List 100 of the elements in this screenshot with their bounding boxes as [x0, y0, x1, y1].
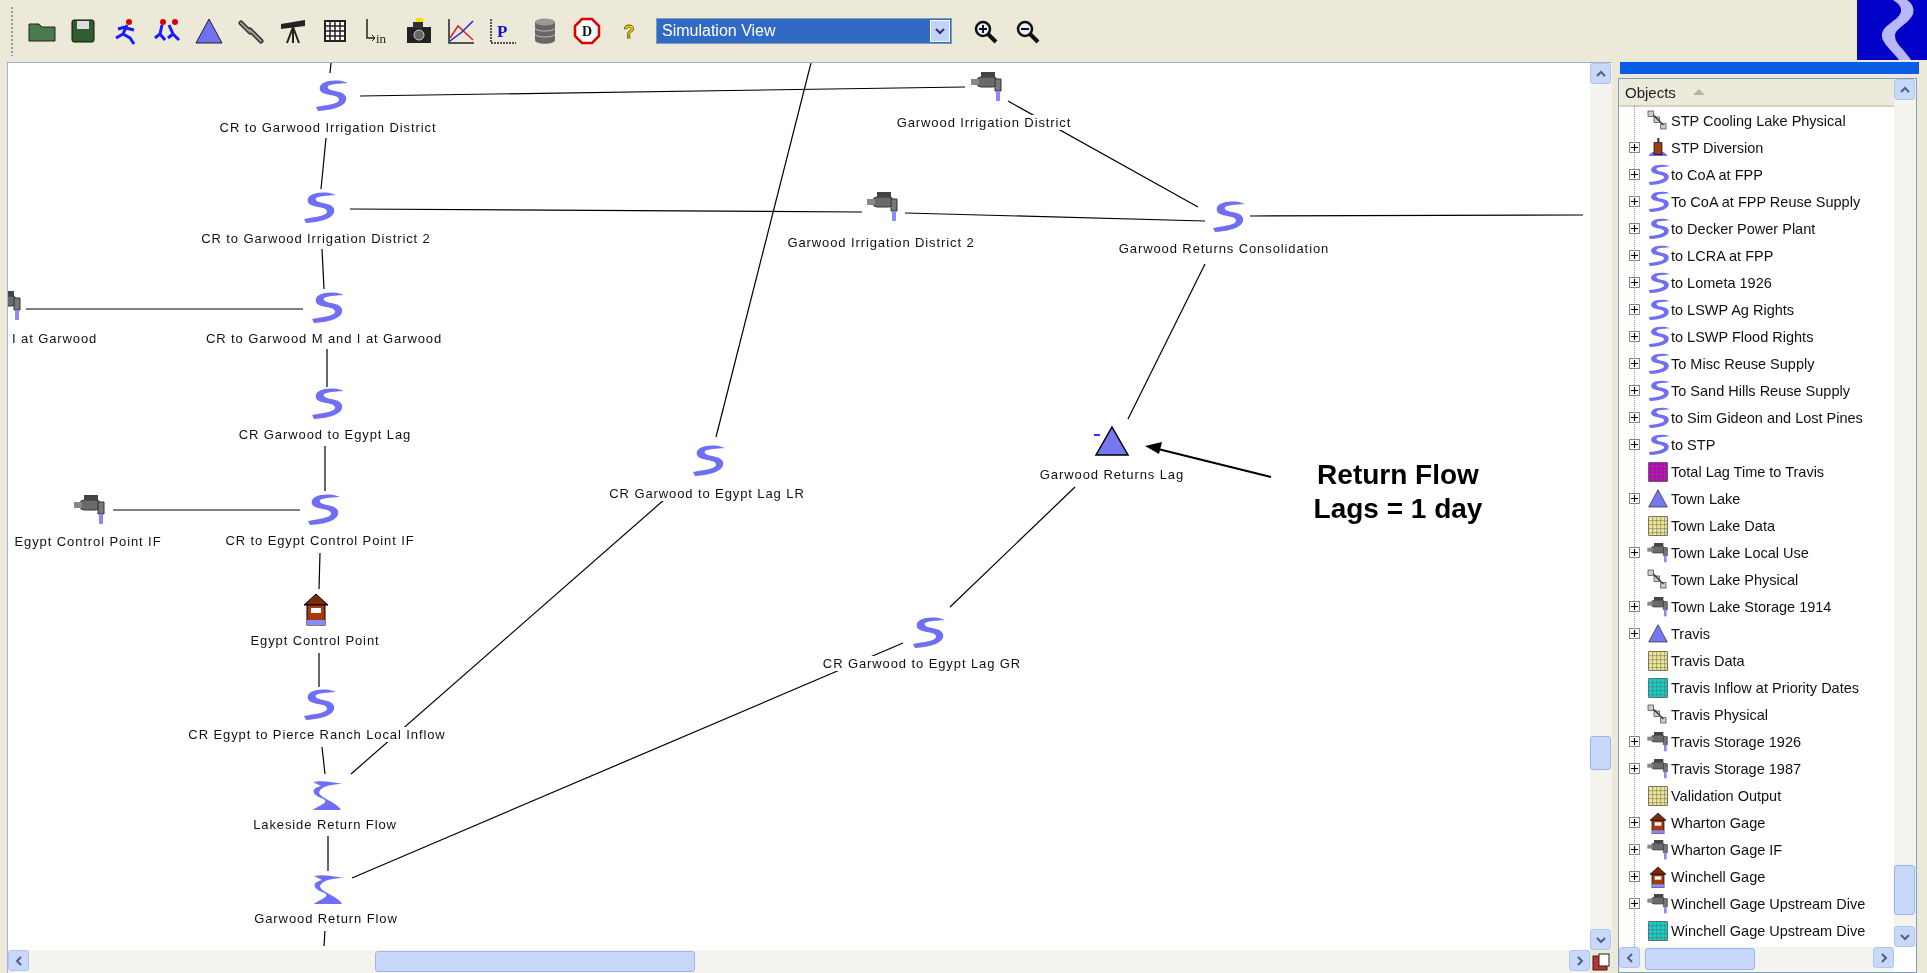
expand-toggle[interactable] — [1629, 871, 1640, 882]
tree-item[interactable]: Wharton Gage — [1671, 814, 1766, 831]
expand-toggle[interactable] — [1629, 628, 1640, 639]
tree-item[interactable]: Town Lake Storage 1914 — [1671, 598, 1832, 615]
scroll-right-button[interactable] — [1569, 950, 1590, 971]
tree-item[interactable]: Town Lake Local Use — [1671, 544, 1809, 561]
expand-toggle[interactable] — [1629, 277, 1640, 288]
expand-toggle[interactable] — [1629, 736, 1640, 747]
expand-toggle[interactable] — [1629, 898, 1640, 909]
expand-toggle[interactable] — [1629, 412, 1640, 423]
tree-item[interactable]: to STP — [1671, 436, 1716, 453]
expand-toggle[interactable] — [1629, 601, 1640, 612]
connector-line — [321, 248, 325, 290]
tree-item[interactable]: To Sand Hills Reuse Supply — [1671, 382, 1850, 399]
connector-line — [323, 930, 326, 947]
scroll-down-button[interactable] — [1894, 926, 1915, 947]
triangle-icon — [1646, 621, 1670, 646]
tree-item[interactable]: to LCRA at FPP — [1671, 247, 1774, 264]
tree-item[interactable]: To CoA at FPP Reuse Supply — [1671, 193, 1861, 210]
tree-item[interactable]: Town Lake Physical — [1671, 571, 1799, 588]
tree-item[interactable]: Winchell Gage Upstream Dive — [1671, 922, 1866, 939]
plus-icon — [1631, 738, 1638, 745]
expand-toggle[interactable] — [1629, 439, 1640, 450]
faucet-icon — [1646, 891, 1670, 916]
node-label: CR to Egypt Control Point IF — [225, 533, 415, 548]
plus-icon — [1631, 549, 1638, 556]
scroll-up-button[interactable] — [1894, 79, 1915, 100]
expand-toggle[interactable] — [1629, 358, 1640, 369]
tree-item[interactable]: Travis Inflow at Priority Dates — [1671, 679, 1859, 696]
plus-icon — [1631, 306, 1638, 313]
plus-icon — [1631, 900, 1638, 907]
tree-item[interactable]: to Sim Gideon and Lost Pines — [1671, 409, 1863, 426]
tree-item[interactable]: Travis Storage 1987 — [1671, 760, 1802, 777]
tree-item[interactable]: to Lometa 1926 — [1671, 274, 1772, 291]
tree-item[interactable]: Validation Output — [1671, 787, 1782, 804]
river-icon — [1646, 378, 1670, 403]
column-header[interactable]: Objects — [1625, 83, 1676, 101]
tree-item[interactable]: Winchell Gage — [1671, 868, 1766, 885]
tree-item[interactable]: Winchell Gage Upstream Dive — [1671, 895, 1866, 912]
toolbar-button[interactable]: in — [361, 14, 393, 48]
expand-toggle[interactable] — [1629, 196, 1640, 207]
scrollbar-thumb[interactable] — [1590, 736, 1611, 770]
connector-line — [326, 348, 328, 388]
scroll-left-button[interactable] — [1619, 947, 1640, 968]
chevron-up-icon — [1899, 85, 1910, 94]
faucet-icon — [1646, 540, 1670, 565]
scroll-up-button[interactable] — [1590, 63, 1611, 84]
expand-toggle[interactable] — [1629, 142, 1640, 153]
expand-toggle[interactable] — [1629, 817, 1640, 828]
river-icon — [1646, 216, 1670, 241]
toolbar-button[interactable]: P — [487, 14, 519, 48]
scroll-right-button[interactable] — [1873, 947, 1894, 968]
expand-toggle[interactable] — [1629, 493, 1640, 504]
plus-icon — [1631, 171, 1638, 178]
plus-icon — [1631, 387, 1638, 394]
tree-item[interactable]: Travis Data — [1671, 652, 1745, 669]
scroll-down-button[interactable] — [1590, 929, 1611, 950]
view-dropdown[interactable]: Simulation View — [656, 18, 952, 44]
scrollbar-thumb[interactable] — [375, 951, 695, 972]
tree-item[interactable]: STP Cooling Lake Physical — [1671, 112, 1846, 129]
tree-item[interactable]: Travis Storage 1926 — [1671, 733, 1802, 750]
expand-toggle[interactable] — [1629, 763, 1640, 774]
panel-toggle-icon[interactable] — [1591, 951, 1611, 972]
expand-toggle[interactable] — [1629, 250, 1640, 261]
plus-icon — [1631, 819, 1638, 826]
faucet-icon — [1646, 756, 1670, 781]
node-label: Garwood Irrigation District 2 — [787, 235, 975, 250]
tree-item[interactable]: Town Lake — [1671, 490, 1741, 507]
expand-toggle[interactable] — [1629, 169, 1640, 180]
plus-icon — [1631, 495, 1638, 502]
tree-item[interactable]: Wharton Gage IF — [1671, 841, 1783, 858]
scroll-left-button[interactable] — [8, 950, 29, 971]
tree-item[interactable]: To Misc Reuse Supply — [1671, 355, 1815, 372]
tree-item[interactable]: Total Lag Time to Travis — [1671, 463, 1825, 480]
scrollbar-thumb[interactable] — [1645, 948, 1755, 970]
node-label: Egypt Control Point IF — [14, 534, 162, 549]
river-icon — [1646, 189, 1670, 214]
tree-item[interactable]: Travis — [1671, 625, 1710, 642]
expand-toggle[interactable] — [1629, 385, 1640, 396]
expand-toggle[interactable] — [1629, 331, 1640, 342]
node-label: Garwood Return Flow — [254, 911, 398, 926]
scrollbar-thumb[interactable] — [1894, 865, 1915, 915]
tree-item[interactable]: STP Diversion — [1671, 139, 1764, 156]
tree-item[interactable]: to LSWP Flood Rights — [1671, 328, 1814, 345]
tree-item[interactable]: Travis Physical — [1671, 706, 1768, 723]
node-label: Lakeside Return Flow — [253, 817, 397, 832]
chevron-left-icon — [1625, 952, 1634, 963]
tree-item[interactable]: to CoA at FPP — [1671, 166, 1763, 183]
expand-toggle[interactable] — [1629, 223, 1640, 234]
expand-toggle[interactable] — [1629, 547, 1640, 558]
node-label: CR to Garwood Irrigation District — [219, 120, 437, 135]
tree-item[interactable]: to LSWP Ag Rights — [1671, 301, 1795, 318]
expand-toggle[interactable] — [1629, 844, 1640, 855]
dropdown-button[interactable] — [930, 20, 950, 42]
plus-icon — [1631, 279, 1638, 286]
tree-item[interactable]: to Decker Power Plant — [1671, 220, 1816, 237]
toolbar-button[interactable]: D — [571, 14, 603, 48]
triangle-icon[interactable] — [1094, 423, 1130, 459]
expand-toggle[interactable] — [1629, 304, 1640, 315]
tree-item[interactable]: Town Lake Data — [1671, 517, 1775, 534]
